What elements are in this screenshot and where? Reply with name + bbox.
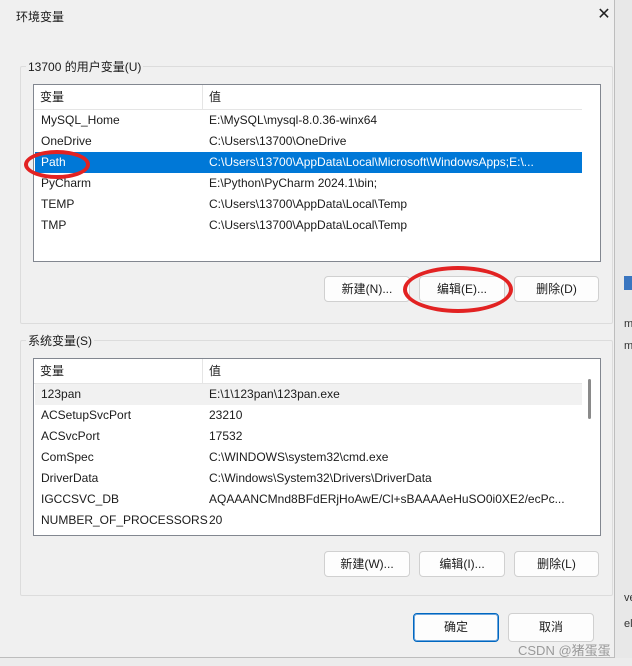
background-text: ve xyxy=(624,592,632,604)
user-new-button[interactable]: 新建(N)... xyxy=(324,276,410,302)
scrollbar-thumb[interactable] xyxy=(588,379,591,419)
column-header-name[interactable]: 变量 xyxy=(34,85,203,109)
ok-button[interactable]: 确定 xyxy=(413,613,499,642)
variable-value: E:\MySQL\mysql-8.0.36-winx64 xyxy=(209,113,378,127)
variable-value: C:\Windows\System32\Drivers\DriverData xyxy=(209,471,432,485)
variable-name: IGCCSVC_DB xyxy=(41,492,120,506)
variable-value: C:\Users\13700\AppData\Local\Temp xyxy=(209,218,408,232)
variable-name: MySQL_Home xyxy=(41,113,120,127)
variable-name: TEMP xyxy=(41,197,75,211)
annotation-circle-edit xyxy=(403,266,513,313)
table-row[interactable]: TMP C:\Users\13700\AppData\Local\Temp xyxy=(35,215,582,236)
variable-value: C:\Users\13700\OneDrive xyxy=(209,134,347,148)
variable-value: 20 xyxy=(209,513,223,527)
table-row[interactable]: ACSvcPort 17532 xyxy=(35,426,582,447)
variable-value: E:\1\123pan\123pan.exe xyxy=(209,387,340,401)
background-accent xyxy=(624,276,632,290)
table-row[interactable]: 123pan E:\1\123pan\123pan.exe xyxy=(35,384,582,405)
environment-variables-dialog: 环境变量 ✕ 13700 的用户变量(U) 变量 值 MySQL_Home E:\… xyxy=(0,0,615,658)
variable-name: DriverData xyxy=(41,471,99,485)
system-delete-button[interactable]: 删除(L) xyxy=(514,551,599,577)
table-row[interactable]: OneDrive C:\Users\13700\OneDrive xyxy=(35,131,582,152)
column-header-value[interactable]: 值 xyxy=(203,85,582,109)
table-row[interactable]: ComSpec C:\WINDOWS\system32\cmd.exe xyxy=(35,447,582,468)
table-row[interactable]: Path C:\Users\13700\AppData\Local\Microso… xyxy=(35,152,582,173)
annotation-circle-path xyxy=(24,150,90,179)
list-header: 变量 值 xyxy=(34,85,582,110)
table-row[interactable]: DriverData C:\Windows\System32\Drivers\Dr… xyxy=(35,468,582,489)
table-row[interactable]: ACSetupSvcPort 23210 xyxy=(35,405,582,426)
table-row[interactable]: IGCCSVC_DB AQAAANCMnd8BFdERjHoAwE/Cl+sBAA… xyxy=(35,489,582,510)
user-variables-label: 13700 的用户变量(U) xyxy=(26,58,144,75)
list-scrollbar[interactable] xyxy=(582,85,598,259)
background-text: m xyxy=(624,318,632,330)
variable-value: 17532 xyxy=(209,429,243,443)
cancel-button[interactable]: 取消 xyxy=(508,613,594,642)
close-icon[interactable]: ✕ xyxy=(594,5,614,25)
table-row[interactable]: PyCharm E:\Python\PyCharm 2024.1\bin; xyxy=(35,173,582,194)
table-row[interactable]: MySQL_Home E:\MySQL\mysql-8.0.36-winx64 xyxy=(35,110,582,131)
dialog-title: 环境变量 xyxy=(16,10,65,24)
variable-value: 23210 xyxy=(209,408,243,422)
variable-name: OneDrive xyxy=(41,134,92,148)
variable-name: ACSvcPort xyxy=(41,429,100,443)
background-text: m xyxy=(624,340,632,352)
variable-name: ComSpec xyxy=(41,450,94,464)
list-header: 变量 值 xyxy=(34,359,582,384)
variable-value: C:\Users\13700\AppData\Local\Temp xyxy=(209,197,408,211)
variable-value: C:\WINDOWS\system32\cmd.exe xyxy=(209,450,389,464)
column-header-value[interactable]: 值 xyxy=(203,359,582,383)
user-variables-list[interactable]: 变量 值 MySQL_Home E:\MySQL\mysql-8.0.36-win… xyxy=(33,84,601,262)
background-window xyxy=(615,0,632,666)
column-header-name[interactable]: 变量 xyxy=(34,359,203,383)
background-text: el xyxy=(624,618,632,630)
variable-name: ACSetupSvcPort xyxy=(41,408,132,422)
watermark: CSDN @猪蛋蛋 xyxy=(518,643,611,658)
variable-name: 123pan xyxy=(41,387,82,401)
title-bar: 环境变量 ✕ xyxy=(0,0,614,30)
table-row[interactable]: TEMP C:\Users\13700\AppData\Local\Temp xyxy=(35,194,582,215)
variable-name: NUMBER_OF_PROCESSORS xyxy=(41,513,208,527)
variable-name: TMP xyxy=(41,218,67,232)
background-strip xyxy=(0,658,632,666)
system-edit-button[interactable]: 编辑(I)... xyxy=(419,551,505,577)
variable-value: AQAAANCMnd8BFdERjHoAwE/Cl+sBAAAAeHuSO0i0… xyxy=(209,492,565,506)
system-variables-list[interactable]: 变量 值 123pan E:\1\123pan\123pan.exe ACSetup… xyxy=(33,358,601,536)
system-variables-label: 系统变量(S) xyxy=(26,332,94,349)
list-scrollbar[interactable] xyxy=(582,359,598,533)
table-row[interactable]: NUMBER_OF_PROCESSORS 20 xyxy=(35,510,582,531)
variable-value: E:\Python\PyCharm 2024.1\bin; xyxy=(209,176,378,190)
user-delete-button[interactable]: 删除(D) xyxy=(514,276,599,302)
variable-value: C:\Users\13700\AppData\Local\Microsoft\W… xyxy=(209,155,534,169)
system-new-button[interactable]: 新建(W)... xyxy=(324,551,410,577)
